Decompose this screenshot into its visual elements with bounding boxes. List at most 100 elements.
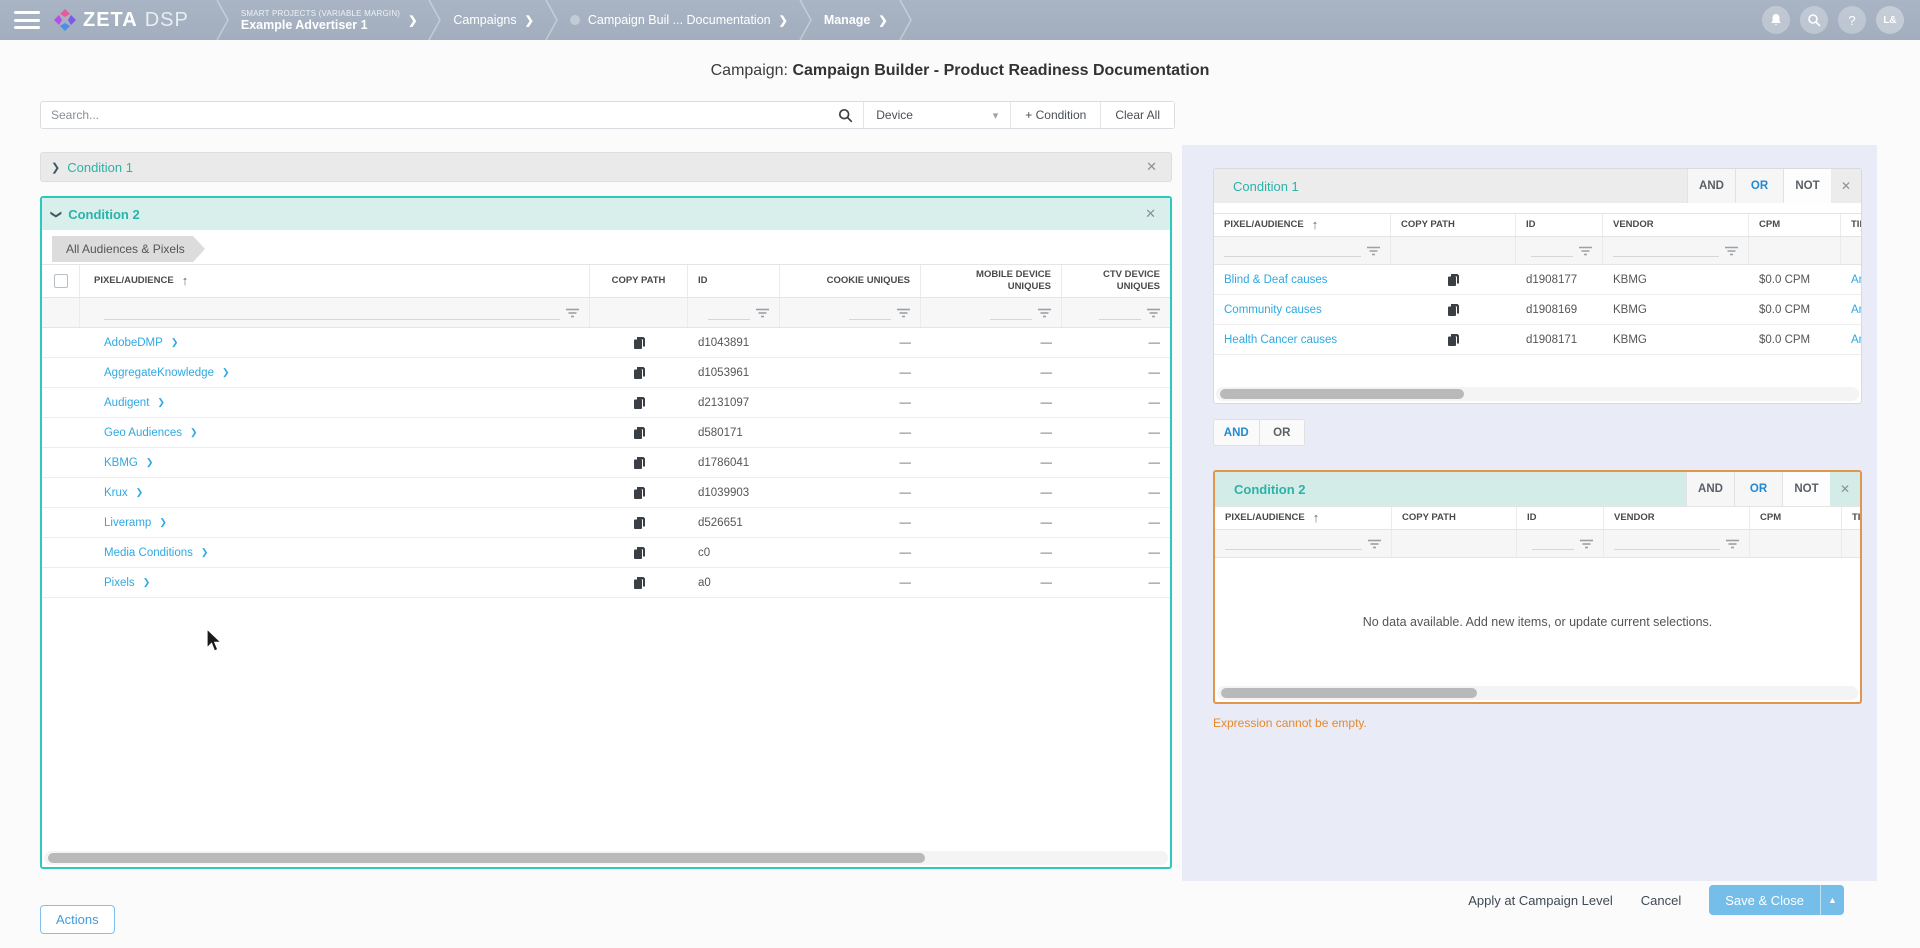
column-header-pixel-audience[interactable]: PIXEL/AUDIENCE ↑	[80, 265, 590, 297]
filter-icon[interactable]	[897, 308, 910, 318]
filter-input[interactable]	[990, 319, 1032, 320]
and-operator-button[interactable]: AND	[1686, 472, 1734, 506]
column-header-ctv-device-uniques[interactable]: CTV DEVICE UNIQUES	[1062, 265, 1170, 297]
copy-path-icon[interactable]	[633, 486, 646, 500]
filter-icon[interactable]	[1579, 246, 1592, 256]
column-header-copy-path[interactable]: COPY PATH	[1391, 214, 1516, 236]
column-header-vendor[interactable]: VENDOR	[1603, 214, 1749, 236]
pixel-audience-link[interactable]: AdobeDMP	[104, 337, 163, 349]
select-all-checkbox[interactable]	[54, 274, 68, 288]
copy-path-icon[interactable]	[633, 516, 646, 530]
pixel-audience-link[interactable]: Pixels	[104, 577, 135, 589]
add-condition-button[interactable]: + Condition	[1011, 102, 1100, 128]
filter-icon[interactable]	[1725, 246, 1738, 256]
pixel-audience-link[interactable]: Blind & Deaf causes	[1224, 274, 1328, 286]
filter-input[interactable]	[849, 319, 891, 320]
not-operator-button[interactable]: NOT	[1783, 169, 1831, 203]
pixel-audience-link[interactable]: Community causes	[1224, 304, 1322, 316]
scrollbar-thumb[interactable]	[1220, 389, 1464, 399]
filter-input[interactable]	[104, 319, 560, 320]
breadcrumb-campaigns[interactable]: Campaigns ❯	[443, 13, 543, 27]
help-icon[interactable]: ?	[1838, 6, 1866, 34]
filter-input[interactable]	[1531, 256, 1573, 257]
clipped-link[interactable]: An	[1851, 274, 1861, 286]
joiner-or-button[interactable]: OR	[1259, 420, 1305, 445]
clipped-link[interactable]: An	[1851, 304, 1861, 316]
filter-icon[interactable]	[1147, 308, 1160, 318]
scrollbar-thumb[interactable]	[1221, 688, 1477, 698]
search-input[interactable]	[51, 108, 838, 122]
condition-1-collapsed-bar[interactable]: ❯ Condition 1 ✕	[40, 152, 1172, 182]
copy-path-icon[interactable]	[633, 336, 646, 350]
copy-path-icon[interactable]	[1447, 273, 1460, 287]
condition-2-header[interactable]: ❯ Condition 2 ✕	[42, 198, 1170, 230]
or-operator-button[interactable]: OR	[1734, 472, 1782, 506]
horizontal-scrollbar[interactable]	[44, 851, 1168, 865]
copy-path-icon[interactable]	[633, 576, 646, 590]
filter-input[interactable]	[1614, 549, 1720, 550]
close-icon[interactable]: ✕	[1830, 482, 1860, 496]
filter-input[interactable]	[708, 319, 750, 320]
filter-icon[interactable]	[756, 308, 769, 318]
column-header-copy-path[interactable]: COPY PATH	[590, 265, 688, 297]
copy-path-icon[interactable]	[1447, 303, 1460, 317]
horizontal-scrollbar[interactable]	[1216, 387, 1859, 401]
sort-ascending-icon[interactable]: ↑	[182, 273, 189, 289]
copy-path-icon[interactable]	[633, 546, 646, 560]
filter-input[interactable]	[1225, 549, 1362, 550]
clipped-link[interactable]: An	[1851, 334, 1861, 346]
breadcrumb-manage[interactable]: Manage ❯	[814, 13, 898, 27]
notifications-bell-icon[interactable]	[1762, 6, 1790, 34]
apply-at-campaign-level-button[interactable]: Apply at Campaign Level	[1468, 893, 1613, 908]
avatar[interactable]: L&	[1876, 6, 1904, 34]
column-header-vendor[interactable]: VENDOR	[1604, 507, 1750, 529]
close-icon[interactable]: ✕	[1142, 159, 1161, 175]
filter-input[interactable]	[1613, 256, 1719, 257]
filter-icon[interactable]	[1367, 246, 1380, 256]
pixel-audience-link[interactable]: Krux	[104, 487, 128, 499]
chevron-right-icon[interactable]: ❯	[51, 161, 60, 174]
copy-path-icon[interactable]	[1447, 333, 1460, 347]
pixel-audience-link[interactable]: Media Conditions	[104, 547, 193, 559]
actions-button[interactable]: Actions	[40, 905, 115, 934]
search-icon[interactable]	[1800, 6, 1828, 34]
filter-icon[interactable]	[1368, 539, 1381, 549]
column-header-id[interactable]: ID	[1516, 214, 1603, 236]
column-header-pixel-audience[interactable]: PIXEL/AUDIENCE ↑	[1214, 214, 1391, 236]
hamburger-menu-icon[interactable]	[14, 11, 40, 29]
column-header-mobile-device-uniques[interactable]: MOBILE DEVICE UNIQUES	[921, 265, 1062, 297]
column-header-clipped[interactable]: TIM	[1842, 507, 1862, 529]
filter-icon[interactable]	[1580, 539, 1593, 549]
filter-icon[interactable]	[1038, 308, 1051, 318]
caret-up-icon[interactable]: ▲	[1820, 885, 1844, 915]
filter-icon[interactable]	[566, 308, 579, 318]
copy-path-icon[interactable]	[633, 426, 646, 440]
filter-icon[interactable]	[1726, 539, 1739, 549]
save-close-button[interactable]: Save & Close	[1709, 885, 1820, 915]
column-header-cookie-uniques[interactable]: COOKIE UNIQUES	[780, 265, 921, 297]
close-icon[interactable]: ✕	[1831, 179, 1861, 193]
pixel-audience-link[interactable]: Geo Audiences	[104, 427, 182, 439]
cancel-button[interactable]: Cancel	[1641, 893, 1681, 908]
scrollbar-thumb[interactable]	[48, 853, 925, 863]
copy-path-icon[interactable]	[633, 366, 646, 380]
column-header-id[interactable]: ID	[1517, 507, 1604, 529]
copy-path-icon[interactable]	[633, 456, 646, 470]
filter-input[interactable]	[1099, 319, 1141, 320]
or-operator-button[interactable]: OR	[1735, 169, 1783, 203]
pixel-audience-link[interactable]: Audigent	[104, 397, 149, 409]
joiner-and-button[interactable]: AND	[1214, 420, 1259, 445]
pixel-audience-link[interactable]: Health Cancer causes	[1224, 334, 1337, 346]
clear-all-button[interactable]: Clear All	[1101, 102, 1174, 128]
breadcrumb-campaign[interactable]: Campaign Buil ... Documentation ❯	[560, 13, 798, 27]
pixel-audience-link[interactable]: AggregateKnowledge	[104, 367, 214, 379]
pixel-audience-link[interactable]: KBMG	[104, 457, 138, 469]
column-header-id[interactable]: ID	[688, 265, 780, 297]
column-header-cpm[interactable]: CPM	[1750, 507, 1842, 529]
breadcrumb-advertiser[interactable]: SMART PROJECTS (VARIABLE MARGIN) Example…	[231, 9, 428, 32]
device-dropdown[interactable]: Device ▾	[864, 102, 1010, 128]
filter-input[interactable]	[1224, 256, 1361, 257]
column-header-cpm[interactable]: CPM	[1749, 214, 1841, 236]
column-header-copy-path[interactable]: COPY PATH	[1392, 507, 1517, 529]
chevron-down-icon[interactable]: ❯	[50, 209, 63, 218]
